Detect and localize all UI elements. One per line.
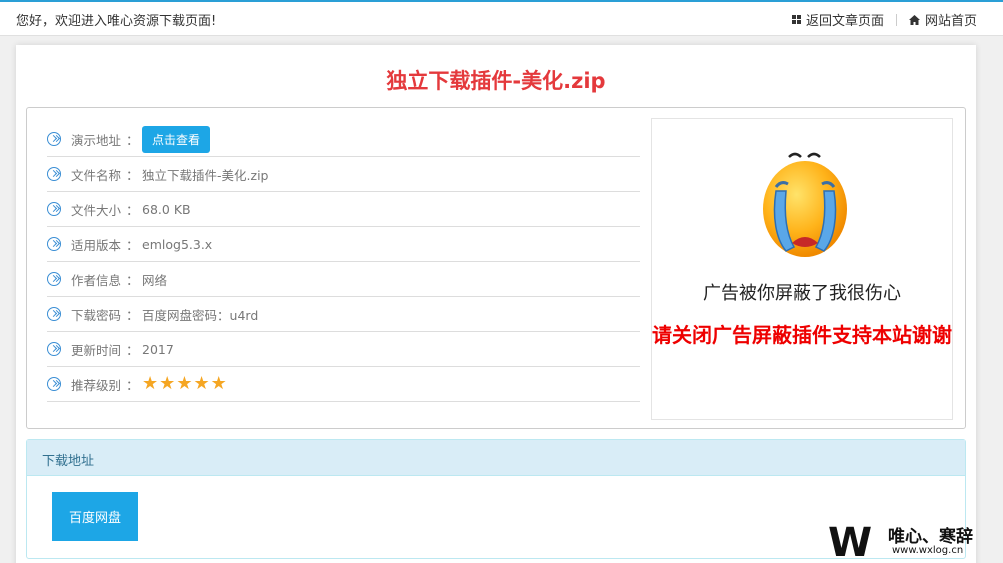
info-row-filesize: 文件大小 ： 68.0 KB — [47, 192, 640, 227]
info-row-password: 下载密码 ： 百度网盘密码：u4rd — [47, 297, 640, 332]
file-info-box: 演示地址 ： 点击查看 文件名称 ： 独立下载插件-美化.zip 文件大小 ： … — [26, 107, 966, 429]
watermark-url: www.wxlog.cn — [892, 545, 964, 556]
info-label: 作者信息 — [71, 272, 122, 288]
star-rating: ★ ★ ★ ★ ★ — [142, 375, 228, 393]
chevron-circle-icon — [47, 167, 61, 181]
info-label: 文件名称 — [71, 167, 122, 183]
file-info-list: 演示地址 ： 点击查看 文件名称 ： 独立下载插件-美化.zip 文件大小 ： … — [47, 122, 640, 402]
info-row-demo: 演示地址 ： 点击查看 — [47, 122, 640, 157]
chevron-circle-icon — [47, 237, 61, 251]
info-value: 68.0 KB — [142, 201, 191, 217]
home-icon — [908, 14, 920, 25]
site-watermark: W 唯心、寒辞 www.wxlog.cn — [828, 518, 1003, 563]
info-row-rating: 推荐级别 ： ★ ★ ★ ★ ★ — [47, 367, 640, 402]
download-heading: 下载地址 — [27, 440, 965, 476]
back-to-article-link[interactable]: 返回文章页面 — [791, 10, 884, 29]
info-label: 更新时间 — [71, 342, 122, 358]
star-icon: ★ — [159, 373, 176, 394]
home-link[interactable]: 网站首页 — [908, 10, 977, 29]
star-icon: ★ — [193, 373, 210, 394]
welcome-text: 您好，欢迎进入唯心资源下载页面! — [16, 14, 217, 29]
info-value: 独立下载插件-美化.zip — [142, 167, 269, 183]
info-row-filename: 文件名称 ： 独立下载插件-美化.zip — [47, 157, 640, 192]
info-value: 百度网盘密码：u4rd — [142, 307, 259, 323]
grid-icon — [791, 15, 801, 24]
watermark-text: 唯心、寒辞 — [888, 527, 973, 547]
star-icon: ★ — [210, 373, 227, 394]
info-value: 2017 — [142, 341, 174, 357]
ad-warning: 请关闭广告屏蔽插件支持本站谢谢 — [652, 323, 952, 347]
star-icon: ★ — [142, 373, 159, 394]
view-demo-button[interactable]: 点击查看 — [142, 125, 211, 153]
ad-message: 广告被你屏蔽了我很伤心 — [703, 283, 901, 304]
info-label: 下载密码 — [71, 307, 122, 323]
info-label: 适用版本 — [71, 237, 122, 253]
download-panel: 下载地址 百度网盘 — [26, 439, 966, 559]
crying-face-icon — [763, 152, 847, 257]
info-label: 推荐级别 — [71, 377, 122, 393]
info-value: 网络 — [142, 272, 168, 288]
chevron-circle-icon — [47, 272, 61, 286]
info-row-updated: 更新时间 ： 2017 — [47, 332, 640, 367]
baidu-pan-download-button[interactable]: 百度网盘 — [52, 492, 138, 541]
page-title: 独立下载插件-美化.zip — [386, 69, 606, 93]
star-icon: ★ — [176, 373, 193, 394]
top-bar: 您好，欢迎进入唯心资源下载页面! 返回文章页面 网站首页 — [0, 0, 1003, 36]
info-value: emlog5.3.x — [142, 236, 213, 252]
info-row-version: 适用版本 ： emlog5.3.x — [47, 227, 640, 262]
chevron-circle-icon — [47, 307, 61, 321]
info-label: 演示地址 — [71, 132, 122, 148]
divider — [895, 13, 897, 26]
info-label: 文件大小 — [71, 202, 122, 218]
download-card: 独立下载插件-美化.zip 演示地址 ： 点击查看 文件名称 ： 独立下载插件-… — [16, 45, 976, 563]
chevron-circle-icon — [47, 132, 61, 146]
watermark-logo: W — [828, 520, 873, 563]
top-links: 返回文章页面 网站首页 — [791, 10, 977, 29]
ad-blocked-notice: 广告被你屏蔽了我很伤心 请关闭广告屏蔽插件支持本站谢谢 — [651, 118, 953, 420]
chevron-circle-icon — [47, 342, 61, 356]
chevron-circle-icon — [47, 202, 61, 216]
back-to-article-label: 返回文章页面 — [805, 14, 884, 29]
chevron-circle-icon — [47, 377, 61, 391]
home-label: 网站首页 — [924, 14, 977, 29]
info-row-author: 作者信息 ： 网络 — [47, 262, 640, 297]
